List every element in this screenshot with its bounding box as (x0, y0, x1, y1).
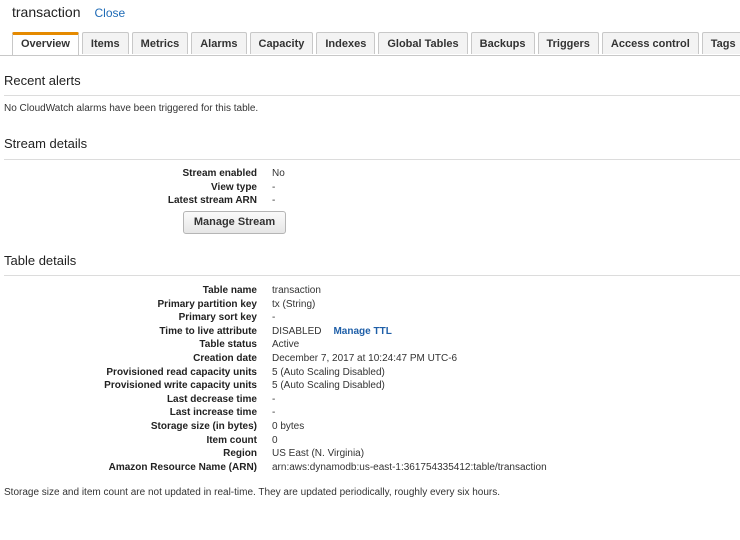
tab-global-tables[interactable]: Global Tables (378, 32, 468, 54)
tab-overview[interactable]: Overview (12, 32, 79, 56)
last-decrease-value: - (272, 393, 276, 405)
detail-row: Table name transaction (0, 284, 740, 298)
region-value: US East (N. Virginia) (272, 448, 365, 460)
table-name-value: transaction (272, 285, 321, 296)
last-increase-value: - (272, 407, 276, 419)
detail-row: Last decrease time - (0, 393, 740, 407)
section-divider (4, 95, 740, 96)
detail-row: Last increase time - (0, 406, 740, 420)
read-capacity-label: Provisioned read capacity units (106, 366, 257, 378)
item-count-value: 0 (272, 434, 278, 446)
tab-alarms[interactable]: Alarms (191, 32, 247, 54)
latest-stream-arn-value: - (272, 195, 276, 207)
tab-indexes[interactable]: Indexes (316, 32, 376, 54)
tab-access-control[interactable]: Access control (601, 32, 699, 54)
storage-size-label: Storage size (in bytes) (150, 420, 257, 432)
creation-date-label: Creation date (193, 352, 257, 364)
detail-row: Provisioned read capacity units 5 (Auto … (0, 366, 740, 380)
section-divider (4, 159, 740, 160)
tab-items[interactable]: Items (81, 32, 129, 54)
table-details-heading: Table details (4, 253, 77, 268)
tab-triggers[interactable]: Triggers (537, 32, 599, 54)
arn-label: Amazon Resource Name (ARN) (108, 461, 257, 473)
view-type-value: - (272, 181, 276, 193)
ttl-attribute-value: DISABLED Manage TTL (272, 325, 392, 339)
table-status-label: Table status (199, 339, 257, 351)
page-header: transaction Close (12, 4, 125, 24)
detail-row: Item count 0 (0, 434, 740, 448)
recent-alerts-heading: Recent alerts (4, 73, 81, 88)
table-status-value: Active (272, 339, 300, 351)
detail-row: Amazon Resource Name (ARN) arn:aws:dynam… (0, 461, 740, 475)
detail-row: Time to live attribute DISABLED Manage TT… (0, 325, 740, 339)
detail-row: Table status Active (0, 338, 740, 352)
tab-divider (0, 55, 740, 56)
latest-stream-arn-label: Latest stream ARN (167, 195, 257, 207)
arn-value: arn:aws:dynamodb:us-east-1:361754335412:… (272, 461, 547, 473)
detail-row: Creation date December 7, 2017 at 10:24:… (0, 352, 740, 366)
table-name-label: Table name (202, 285, 257, 296)
detail-row: Storage size (in bytes) 0 bytes (0, 420, 740, 434)
partition-key-value: tx (String) (272, 298, 316, 310)
tab-backups[interactable]: Backups (470, 32, 535, 54)
stream-details-list: Stream enabled No View type - Latest str… (0, 167, 740, 208)
tab-capacity[interactable]: Capacity (249, 32, 314, 54)
region-label: Region (223, 448, 257, 460)
tab-tags[interactable]: Tags (701, 32, 740, 54)
stream-enabled-label: Stream enabled (182, 168, 257, 179)
last-increase-label: Last increase time (169, 407, 257, 419)
ttl-attribute-label: Time to live attribute (159, 325, 257, 337)
manage-stream-button[interactable]: Manage Stream (183, 211, 286, 234)
recent-alerts-message: No CloudWatch alarms have been triggered… (4, 103, 259, 114)
read-capacity-value: 5 (Auto Scaling Disabled) (272, 366, 385, 378)
creation-date-value: December 7, 2017 at 10:24:47 PM UTC-6 (272, 352, 458, 364)
manage-ttl-link[interactable]: Manage TTL (333, 326, 391, 337)
sort-key-value: - (272, 312, 276, 324)
sort-key-label: Primary sort key (178, 312, 257, 324)
stream-enabled-value: No (272, 168, 285, 179)
detail-row: Provisioned write capacity units 5 (Auto… (0, 379, 740, 393)
footer-note: Storage size and item count are not upda… (4, 487, 501, 498)
table-title: transaction (12, 4, 81, 20)
section-divider (4, 275, 740, 276)
close-link[interactable]: Close (94, 6, 125, 20)
storage-size-value: 0 bytes (272, 420, 305, 432)
detail-row: Latest stream ARN - (0, 194, 740, 208)
last-decrease-label: Last decrease time (166, 393, 257, 405)
stream-details-heading: Stream details (4, 136, 88, 151)
table-details-list: Table name transaction Primary partition… (0, 284, 740, 474)
tab-bar: Overview Items Metrics Alarms Capacity I… (12, 32, 740, 56)
view-type-label: View type (211, 181, 257, 193)
tab-metrics[interactable]: Metrics (131, 32, 189, 54)
detail-row: Stream enabled No (0, 167, 740, 181)
detail-row: View type - (0, 181, 740, 195)
detail-row: Region US East (N. Virginia) (0, 447, 740, 461)
detail-row: Primary sort key - (0, 311, 740, 325)
item-count-label: Item count (206, 434, 257, 446)
ttl-status: DISABLED (272, 325, 322, 337)
partition-key-label: Primary partition key (157, 298, 257, 310)
detail-row: Primary partition key tx (String) (0, 298, 740, 312)
write-capacity-value: 5 (Auto Scaling Disabled) (272, 380, 385, 392)
write-capacity-label: Provisioned write capacity units (104, 380, 257, 392)
